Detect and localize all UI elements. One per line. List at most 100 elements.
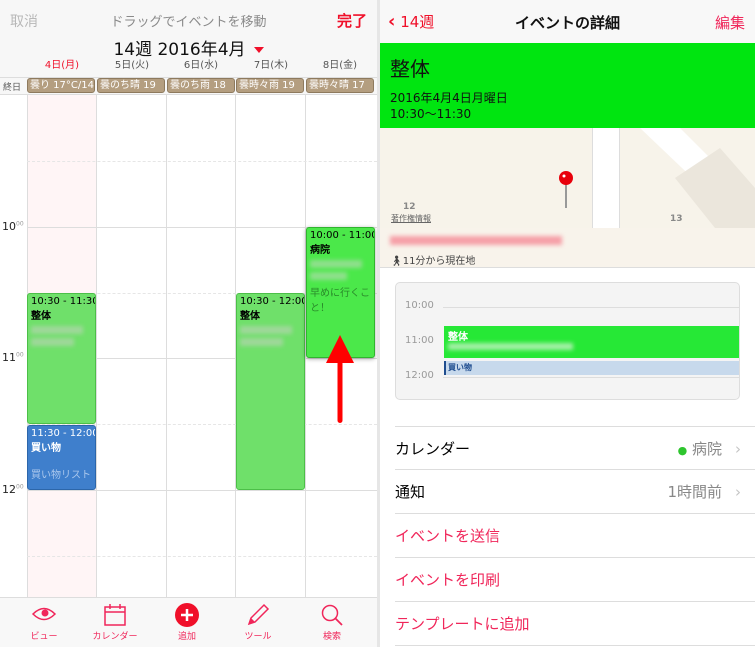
weather-event[interactable]: 曇のち雨 18 — [167, 78, 235, 93]
map-road — [640, 128, 755, 228]
map-label: 12 — [403, 202, 416, 212]
day-header[interactable]: 8日(金) — [305, 56, 375, 71]
divider — [27, 556, 377, 557]
divider — [443, 307, 740, 308]
eye-icon — [9, 603, 79, 629]
minute-text: 00 — [16, 220, 24, 228]
divider — [27, 490, 377, 491]
event-time: 11:30 - 12:00 — [31, 428, 96, 439]
tab-add[interactable]: 追加 — [152, 603, 222, 642]
row-value: 1時間前 — [667, 483, 722, 501]
day-header[interactable]: 4日(月) — [27, 56, 97, 71]
blurred-address — [390, 236, 562, 245]
hour-label: 11:00 — [405, 335, 434, 346]
divider — [166, 95, 167, 597]
event-title: 買い物 — [31, 443, 61, 454]
event-detail-view: ‹ 14週 イベントの詳細 編集 整体 2016年4月4日月曜日 10:30〜1… — [380, 0, 755, 647]
minute-text: 00 — [16, 351, 24, 359]
event-title: 整体 — [31, 311, 51, 322]
map-label: 13 — [670, 214, 683, 224]
up-arrow-annotation-icon — [326, 335, 354, 423]
event-note: 買い物リスト — [31, 470, 91, 481]
divider — [96, 95, 97, 597]
weather-event[interactable]: 曇り 17°C/14 — [27, 78, 95, 93]
row-value: ● 病院 — [678, 427, 722, 473]
mini-event-shopping: 買い物 — [444, 361, 739, 375]
header-title: ドラッグでイベントを移動 — [110, 15, 267, 30]
event-date: 2016年4月4日月曜日 — [390, 91, 508, 105]
tab-tools[interactable]: ツール — [223, 603, 293, 642]
search-icon — [297, 603, 367, 629]
walking-icon: 🚶︎ — [390, 256, 403, 267]
row-label: カレンダー — [395, 440, 471, 458]
tab-label: 追加 — [177, 632, 196, 642]
calendar-row[interactable]: カレンダー ● 病院 › — [395, 426, 755, 470]
copyright-link[interactable]: 著作権情報 — [391, 213, 431, 224]
done-button[interactable]: 完了 — [337, 10, 367, 31]
day-header[interactable]: 6日(水) — [166, 56, 236, 71]
travel-time: 🚶︎11分から現在地 — [390, 252, 475, 267]
chevron-right-icon: › — [735, 483, 741, 501]
map-road — [592, 128, 620, 228]
send-event-button[interactable]: イベントを送信 — [395, 514, 755, 558]
day-header[interactable]: 5日(火) — [97, 56, 167, 71]
divider — [27, 161, 377, 162]
hour-text: 12 — [2, 483, 16, 496]
event-header: 整体 2016年4月4日月曜日 10:30〜11:30 — [380, 43, 755, 128]
tab-calendar[interactable]: カレンダー — [80, 603, 150, 642]
tab-label: ツール — [244, 632, 272, 642]
travel-text: 11分から現在地 — [402, 256, 476, 267]
map[interactable]: 12 13 著作権情報 — [380, 128, 755, 228]
event-seitai-thu[interactable]: 10:30 - 12:00 整体 — [236, 293, 305, 490]
calendar-icon — [80, 603, 150, 629]
weather-event[interactable]: 曇時々雨 19 — [236, 78, 304, 93]
alert-row[interactable]: 通知 1時間前 › — [395, 470, 755, 514]
dropdown-triangle-icon — [253, 47, 264, 53]
blurred-location — [240, 326, 292, 334]
event-time: 10:30〜11:30 — [390, 107, 472, 121]
event-title: 病院 — [310, 245, 330, 256]
blurred-location — [310, 260, 362, 268]
hour-label: 1000 — [2, 220, 24, 233]
event-time: 10:30 - 11:30 — [31, 296, 96, 307]
weather-event[interactable]: 曇時々晴 17 — [306, 78, 374, 93]
tab-search[interactable]: 検索 — [297, 603, 367, 642]
hour-text: 11 — [2, 351, 16, 364]
tab-label: ビュー — [30, 632, 58, 642]
day-header[interactable]: 7日(木) — [236, 56, 306, 71]
address-section: 🚶︎11分から現在地 — [380, 228, 755, 268]
minute-text: 00 — [16, 483, 24, 491]
nav-title: イベントの詳細 — [514, 14, 620, 32]
hour-label: 1100 — [2, 351, 24, 364]
add-template-button[interactable]: テンプレートに追加 — [395, 602, 755, 646]
hour-label: 10:00 — [405, 300, 434, 311]
mini-event-title: 整体 — [448, 332, 468, 343]
calendar-dot-icon: ● — [677, 444, 688, 457]
tab-label: カレンダー — [92, 632, 138, 642]
blurred-location — [31, 326, 83, 334]
event-seitai-mon[interactable]: 10:30 - 11:30 整体 — [27, 293, 96, 424]
calendar-week-view: 取消 ドラッグでイベントを移動 完了 14週 2016年4月 4日(月) 5日(… — [0, 0, 377, 647]
hour-label: 1200 — [2, 483, 24, 496]
event-title: 整体 — [390, 57, 430, 81]
mini-day-timeline: 10:00 11:00 12:00 整体 買い物 — [395, 282, 740, 400]
blurred-location — [310, 272, 347, 280]
divider — [443, 377, 740, 378]
print-event-button[interactable]: イベントを印刷 — [395, 558, 755, 602]
blurred-location — [240, 338, 283, 346]
mini-event-seitai: 整体 — [444, 326, 739, 358]
calendar-name: 病院 — [691, 440, 722, 458]
tab-view[interactable]: ビュー — [9, 603, 79, 642]
blurred-location — [448, 343, 573, 350]
weather-event[interactable]: 曇のち晴 19 — [97, 78, 165, 93]
event-title: 整体 — [240, 311, 260, 322]
event-note: 早めに行くこと！ — [310, 288, 370, 314]
pencil-icon — [223, 603, 293, 629]
hour-label: 12:00 — [405, 370, 434, 381]
event-shopping-mon[interactable]: 11:30 - 12:00 買い物買い物リスト — [27, 425, 96, 490]
location-pin-icon — [559, 171, 573, 208]
plus-circle-icon — [152, 603, 222, 629]
tab-label: 検索 — [322, 632, 341, 642]
edit-button[interactable]: 編集 — [715, 12, 745, 33]
event-time: 10:30 - 12:00 — [240, 296, 305, 307]
